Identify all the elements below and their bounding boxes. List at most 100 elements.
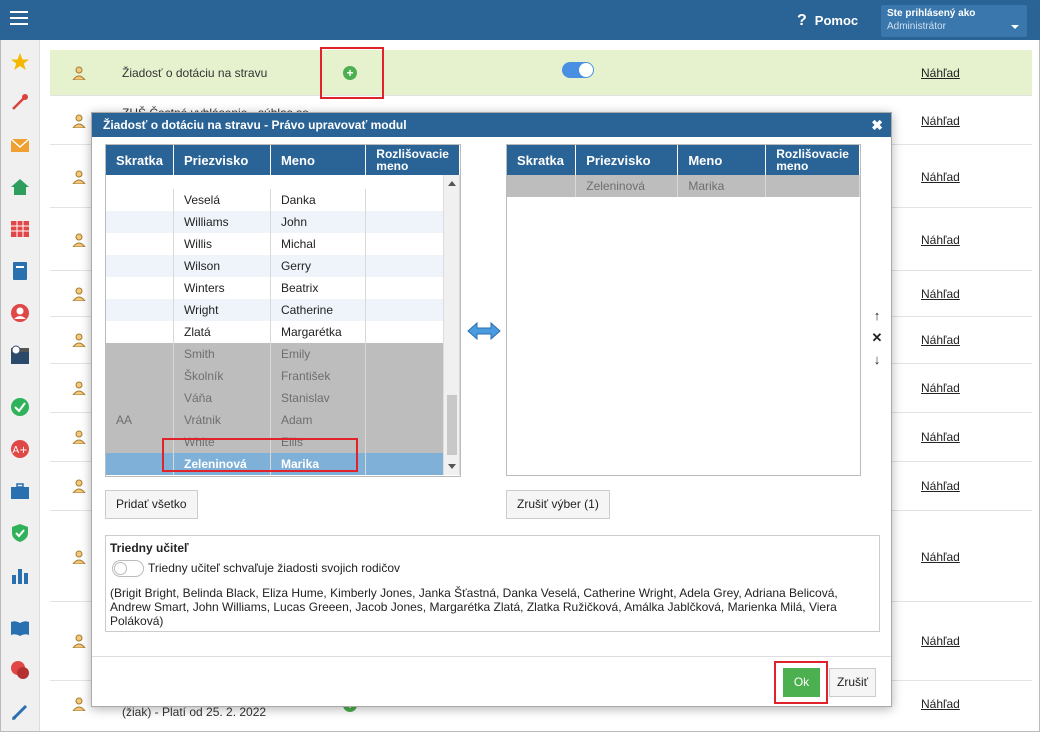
permissions-dialog: Žiadosť o dotáciu na stravu - Právo upra…: [91, 112, 892, 707]
help-icon: ?: [797, 12, 807, 29]
person-icon: [72, 550, 86, 564]
table-row: Školník František: [106, 365, 460, 387]
briefcase-icon[interactable]: [10, 481, 30, 501]
scroll-down-icon[interactable]: [448, 464, 456, 469]
preview-link[interactable]: Náhľad: [921, 550, 960, 564]
table-row[interactable]: Zlatá Margarétka: [106, 321, 460, 343]
preview-link[interactable]: Náhľad: [921, 381, 960, 395]
schedule-icon[interactable]: [10, 345, 30, 365]
close-icon[interactable]: ✖: [871, 117, 883, 134]
preview-link[interactable]: Náhľad: [921, 634, 960, 648]
user-circle-icon[interactable]: [10, 303, 30, 323]
available-users-table: Skratka Priezvisko Meno Rozlišovacie men…: [105, 144, 461, 477]
table-row[interactable]: Wright Catherine: [106, 299, 460, 321]
table-row: Váňa Stanislav: [106, 387, 460, 409]
table-row[interactable]: Williams John: [106, 211, 460, 233]
chevron-down-icon: [1011, 25, 1019, 29]
transfer-arrows-icon[interactable]: [467, 321, 501, 341]
column-header-skratka[interactable]: Skratka: [507, 145, 577, 175]
remove-icon[interactable]: ✕: [870, 327, 884, 349]
annotation-highlight: [162, 438, 358, 472]
person-icon: [72, 114, 86, 128]
table-row[interactable]: Veselá Danka: [106, 189, 460, 211]
magic-wand-icon[interactable]: [10, 92, 30, 112]
selected-users-table: Skratka Priezvisko Meno Rozlišovacie men…: [506, 144, 861, 476]
list-item: Žiadosť o dotáciu na stravu + Náhľad: [50, 50, 1032, 96]
column-header-priezvisko[interactable]: Priezvisko: [173, 145, 271, 175]
move-up-icon[interactable]: ↑: [870, 305, 884, 327]
help-link[interactable]: ? Pomoc: [797, 12, 858, 30]
open-book-icon[interactable]: [10, 618, 30, 638]
move-down-icon[interactable]: ↓: [870, 349, 884, 371]
cancel-button[interactable]: Zrušiť: [829, 668, 877, 697]
calendar-grid-icon[interactable]: [10, 219, 30, 239]
person-icon: [72, 697, 86, 711]
annotation-highlight: [774, 661, 828, 704]
dialog-header: Žiadosť o dotáciu na stravu - Právo upra…: [92, 113, 891, 137]
menu-icon[interactable]: [10, 11, 28, 27]
scrollbar[interactable]: [443, 175, 459, 475]
column-header-meno[interactable]: Meno: [270, 145, 367, 175]
add-all-button[interactable]: Pridať všetko: [105, 490, 198, 519]
dialog-title: Žiadosť o dotáciu na stravu - Právo upra…: [103, 118, 407, 132]
column-header-meno[interactable]: Meno: [677, 145, 767, 175]
scrollbar-thumb[interactable]: [447, 395, 457, 455]
person-icon: [72, 66, 86, 80]
annotation-highlight: [320, 47, 384, 99]
person-icon: [72, 287, 86, 301]
preview-link[interactable]: Náhľad: [921, 66, 960, 80]
preview-link[interactable]: Náhľad: [921, 479, 960, 493]
scroll-up-icon[interactable]: [448, 181, 456, 186]
preview-link[interactable]: Náhľad: [921, 287, 960, 301]
preview-link[interactable]: Náhľad: [921, 697, 960, 711]
column-header-rozlisovacie[interactable]: Rozlišovacie meno: [765, 145, 860, 175]
chat-icon[interactable]: [10, 660, 30, 680]
person-icon: [72, 479, 86, 493]
list-item-title: (žiak) - Platí od 25. 2. 2022: [122, 705, 267, 719]
mail-icon[interactable]: [10, 135, 30, 155]
svg-text:A+: A+: [12, 445, 27, 456]
clear-selection-button[interactable]: Zrušiť výber (1): [506, 490, 610, 519]
column-header-rozlisovacie[interactable]: Rozlišovacie meno: [365, 145, 460, 175]
column-header-priezvisko[interactable]: Priezvisko: [575, 145, 679, 175]
person-icon: [72, 170, 86, 184]
bar-chart-icon[interactable]: [10, 565, 30, 585]
list-item-title: Žiadosť o dotáciu na stravu: [122, 66, 268, 80]
sidebar: A+: [0, 40, 40, 732]
top-bar: ? Pomoc Ste prihlásený ako Administrátor: [0, 0, 1040, 40]
module-toggle[interactable]: [562, 62, 594, 78]
class-teacher-names: (Brigit Bright, Belinda Black, Eliza Hum…: [110, 586, 838, 628]
preview-link[interactable]: Náhľad: [921, 430, 960, 444]
footer-divider: [92, 656, 891, 657]
table-row: Smith Emily: [106, 343, 460, 365]
grade-icon[interactable]: A+: [10, 439, 30, 459]
toggle-label: Triedny učiteľ schvaľuje žiadosti svojic…: [148, 561, 400, 575]
star-icon[interactable]: [10, 52, 30, 72]
person-icon: [72, 430, 86, 444]
table-row[interactable]: Willis Michal: [106, 233, 460, 255]
preview-link[interactable]: Náhľad: [921, 170, 960, 184]
check-circle-icon[interactable]: [10, 397, 30, 417]
person-icon: [72, 634, 86, 648]
table-row[interactable]: Wilson Gerry: [106, 255, 460, 277]
person-icon: [72, 381, 86, 395]
table-row[interactable]: Winters Beatrix: [106, 277, 460, 299]
book-icon[interactable]: [10, 261, 30, 281]
class-teacher-toggle[interactable]: [112, 560, 144, 577]
user-menu[interactable]: Ste prihlásený ako Administrátor: [881, 5, 1027, 37]
preview-link[interactable]: Náhľad: [921, 333, 960, 347]
preview-link[interactable]: Náhľad: [921, 233, 960, 247]
person-icon: [72, 333, 86, 347]
section-title: Triedny učiteľ: [110, 541, 189, 555]
home-icon[interactable]: [10, 177, 30, 197]
table-row[interactable]: Zeleninová Marika: [507, 175, 860, 197]
preview-link[interactable]: Náhľad: [921, 114, 960, 128]
pen-icon[interactable]: [10, 702, 30, 722]
user-label: Ste prihlásený ako: [887, 8, 976, 19]
table-row: AA Vrátnik Adam: [106, 409, 460, 431]
column-header-skratka[interactable]: Skratka: [106, 145, 174, 175]
class-teacher-section: Triedny učiteľ Triedny učiteľ schvaľuje …: [105, 535, 880, 632]
shield-icon[interactable]: [10, 523, 30, 543]
user-name: Administrátor: [887, 21, 946, 32]
person-icon: [72, 233, 86, 247]
